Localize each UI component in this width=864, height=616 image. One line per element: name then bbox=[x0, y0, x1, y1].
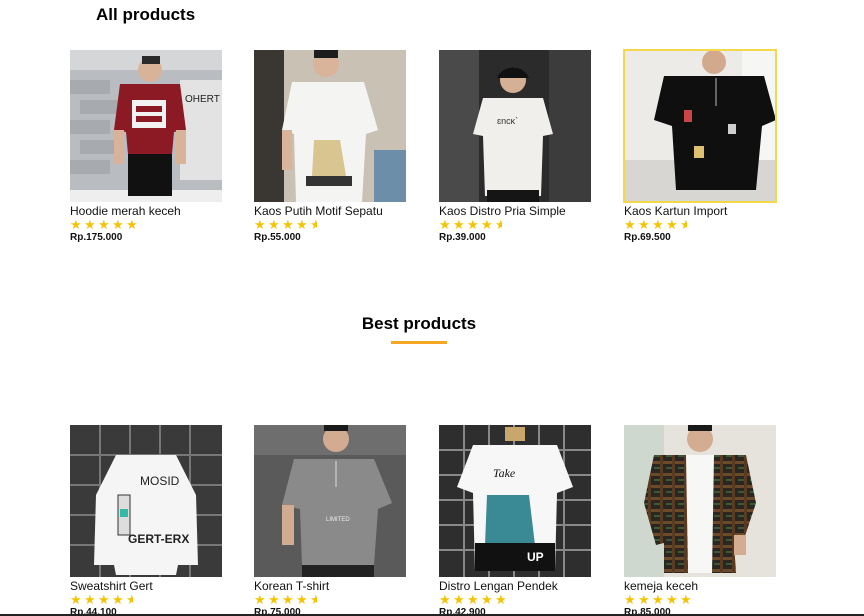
star-icon: ★ bbox=[282, 592, 295, 607]
svg-text:MOSID: MOSID bbox=[140, 474, 180, 488]
heading-underline bbox=[391, 341, 447, 344]
star-icon: ★ bbox=[282, 217, 295, 232]
star-icon: ★ bbox=[98, 217, 111, 232]
star-icon: ★ bbox=[467, 217, 480, 232]
svg-text:OHERT: OHERT bbox=[185, 94, 220, 105]
all-products-heading: All products bbox=[96, 5, 196, 24]
product-image-plaid-shirt[interactable] bbox=[624, 425, 776, 577]
product-name[interactable]: Distro Lengan Pendek bbox=[439, 579, 591, 593]
product-image-white-tee-sneaker[interactable] bbox=[254, 50, 406, 202]
star-icon: ★ bbox=[666, 592, 679, 607]
product-card[interactable]: OHERT Hoodie merah keceh ★★★★★ Rp.175.00… bbox=[70, 50, 222, 244]
svg-text:UP: UP bbox=[527, 550, 544, 564]
rating-stars: ★★★★★ bbox=[254, 592, 406, 607]
star-icon: ★ bbox=[481, 217, 494, 232]
star-icon: ★ bbox=[453, 217, 466, 232]
star-icon: ★ bbox=[112, 217, 125, 232]
star-icon: ★ bbox=[638, 592, 651, 607]
product-price: Rp.55.000 bbox=[254, 232, 301, 243]
star-icon: ★ bbox=[624, 592, 637, 607]
svg-text:GERT-ERX: GERT-ERX bbox=[128, 532, 189, 546]
product-name[interactable]: Kaos Distro Pria Simple bbox=[439, 204, 591, 218]
product-card[interactable]: LIMITED Korean T-shirt ★★★★★ Rp.75.000 bbox=[254, 425, 406, 616]
half-star-icon: ★ bbox=[310, 217, 323, 232]
product-price: Rp.39.000 bbox=[439, 232, 486, 243]
star-icon: ★ bbox=[254, 217, 267, 232]
star-icon: ★ bbox=[439, 592, 452, 607]
star-icon: ★ bbox=[70, 592, 83, 607]
product-image-black-tee-cartoon[interactable] bbox=[623, 49, 777, 203]
product-name[interactable]: kemeja keceh bbox=[624, 579, 776, 593]
product-name[interactable]: Sweatshirt Gert bbox=[70, 579, 222, 593]
product-card[interactable]: Kaos Putih Motif Sepatu ★★★★★ Rp.55.000 bbox=[254, 50, 406, 244]
half-star-icon: ★ bbox=[680, 217, 693, 232]
product-image-white-sweatshirt[interactable]: MOSID GERT-ERX bbox=[70, 425, 222, 577]
product-card[interactable]: MOSID GERT-ERX Sweatshirt Gert ★★★★★ Rp.… bbox=[70, 425, 222, 616]
rating-stars: ★★★★★ bbox=[70, 592, 222, 607]
half-star-icon: ★ bbox=[495, 217, 508, 232]
svg-text:Take: Take bbox=[493, 466, 516, 480]
product-card[interactable]: Kaos Kartun Import ★★★★★ Rp.69.500 bbox=[623, 49, 777, 244]
star-icon: ★ bbox=[495, 592, 508, 607]
star-icon: ★ bbox=[624, 217, 637, 232]
product-price: Rp.69.500 bbox=[624, 232, 671, 243]
product-name[interactable]: Kaos Putih Motif Sepatu bbox=[254, 204, 406, 218]
star-icon: ★ bbox=[112, 592, 125, 607]
product-name[interactable]: Hoodie merah keceh bbox=[70, 204, 222, 218]
star-icon: ★ bbox=[126, 217, 139, 232]
rating-stars: ★★★★★ bbox=[624, 592, 776, 607]
rating-stars: ★★★★★ bbox=[254, 217, 406, 232]
star-icon: ★ bbox=[666, 217, 679, 232]
star-icon: ★ bbox=[439, 217, 452, 232]
star-icon: ★ bbox=[254, 592, 267, 607]
product-card[interactable]: kemeja keceh ★★★★★ Rp.85.000 bbox=[624, 425, 776, 616]
rating-stars: ★★★★★ bbox=[624, 217, 776, 232]
product-name[interactable]: Kaos Kartun Import bbox=[624, 204, 776, 218]
star-icon: ★ bbox=[481, 592, 494, 607]
star-icon: ★ bbox=[268, 217, 281, 232]
half-star-icon: ★ bbox=[310, 592, 323, 607]
product-image-red-hoodie[interactable]: OHERT bbox=[70, 50, 222, 202]
product-price: Rp.175.000 bbox=[70, 232, 123, 243]
star-icon: ★ bbox=[652, 592, 665, 607]
star-icon: ★ bbox=[296, 592, 309, 607]
product-page: All products OHERT Hoodie merah keceh ★★… bbox=[0, 0, 864, 616]
star-icon: ★ bbox=[98, 592, 111, 607]
svg-text:LIMITED: LIMITED bbox=[326, 517, 350, 523]
star-icon: ★ bbox=[268, 592, 281, 607]
rating-stars: ★★★★★ bbox=[70, 217, 222, 232]
star-icon: ★ bbox=[680, 592, 693, 607]
product-card[interactable]: ɛncκ` Kaos Distro Pria Simple ★★★★★ Rp.3… bbox=[439, 50, 591, 244]
product-image-white-anime-tee[interactable]: Take UP bbox=[439, 425, 591, 577]
svg-text:ɛncκ`: ɛncκ` bbox=[497, 116, 518, 126]
star-icon: ★ bbox=[652, 217, 665, 232]
product-image-white-tee-cap[interactable]: ɛncκ` bbox=[439, 50, 591, 202]
product-image-grey-tee[interactable]: LIMITED bbox=[254, 425, 406, 577]
rating-stars: ★★★★★ bbox=[439, 592, 591, 607]
star-icon: ★ bbox=[296, 217, 309, 232]
star-icon: ★ bbox=[467, 592, 480, 607]
star-icon: ★ bbox=[70, 217, 83, 232]
star-icon: ★ bbox=[453, 592, 466, 607]
best-products-heading: Best products bbox=[361, 314, 477, 333]
star-icon: ★ bbox=[84, 217, 97, 232]
half-star-icon: ★ bbox=[126, 592, 139, 607]
product-name[interactable]: Korean T-shirt bbox=[254, 579, 406, 593]
star-icon: ★ bbox=[638, 217, 651, 232]
star-icon: ★ bbox=[84, 592, 97, 607]
product-card[interactable]: Take UP Distro Lengan Pendek ★★★★★ Rp.42… bbox=[439, 425, 591, 616]
rating-stars: ★★★★★ bbox=[439, 217, 591, 232]
